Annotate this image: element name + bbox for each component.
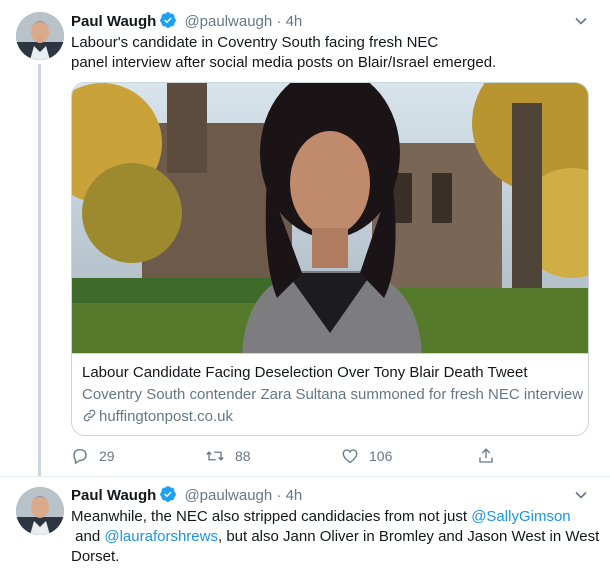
card-domain-text: huffingtonpost.co.uk — [99, 408, 233, 425]
author-name[interactable]: Paul Waugh — [71, 487, 156, 504]
retweet-icon — [206, 451, 224, 461]
author-handle[interactable]: @paulwaugh — [184, 487, 272, 504]
link-card[interactable]: Labour Candidate Facing Deselection Over… — [71, 82, 589, 436]
timestamp[interactable]: 4h — [286, 487, 303, 504]
tweet-text-line: Dorset. — [71, 548, 120, 565]
share-icon — [479, 448, 493, 463]
card-domain[interactable]: huffingtonpost.co.uk — [82, 407, 233, 427]
tweet[interactable]: Paul Waugh @paulwaugh · 4h Labour's cand… — [0, 0, 610, 476]
tweet-text-line: Meanwhile, the NEC also stripped candida… — [71, 507, 591, 527]
reply-icon — [73, 448, 87, 465]
mention-link[interactable]: @lauraforshrews — [104, 528, 218, 545]
mention-link[interactable]: @SallyGimson — [471, 508, 570, 525]
thread-line — [38, 64, 41, 476]
tweet-text-line: and @lauraforshrews, but also Jann Olive… — [71, 527, 599, 547]
tweet-text-line: panel interview after social media posts… — [71, 54, 497, 71]
chevron-down-icon[interactable] — [574, 14, 588, 33]
text-segment: and — [71, 528, 105, 545]
tweet-text: Labour's candidate in Coventry South fac… — [71, 33, 591, 73]
like-count: 106 — [369, 448, 393, 464]
retweet-button[interactable]: 88 — [205, 446, 251, 466]
chevron-down-icon[interactable] — [574, 488, 588, 507]
tweet-header: Paul Waugh @paulwaugh · 4h — [71, 485, 302, 509]
tweet-header: Paul Waugh @paulwaugh · 4h — [71, 11, 302, 35]
tweet-actions: 29 88 106 — [71, 446, 511, 466]
share-button[interactable] — [477, 446, 495, 466]
verified-badge-icon — [159, 11, 177, 35]
link-icon — [83, 409, 96, 422]
like-button[interactable]: 106 — [341, 446, 392, 466]
text-segment: Meanwhile, the NEC also stripped candida… — [71, 508, 472, 525]
avatar[interactable] — [16, 487, 64, 535]
tweet[interactable]: Paul Waugh @paulwaugh · 4h Meanwhile, th… — [0, 476, 610, 574]
retweet-count: 88 — [235, 448, 251, 464]
separator-dot: · — [276, 487, 282, 504]
card-title[interactable]: Labour Candidate Facing Deselection Over… — [82, 363, 528, 383]
avatar[interactable] — [16, 12, 64, 60]
card-description: Coventry South contender Zara Sultana su… — [82, 386, 584, 403]
card-image — [72, 83, 588, 353]
author-name[interactable]: Paul Waugh — [71, 13, 156, 30]
reply-button[interactable]: 29 — [71, 446, 115, 466]
text-segment: , but also Jann Oliver in Bromley and Ja… — [217, 528, 600, 545]
verified-badge-icon — [159, 485, 177, 509]
reply-count: 29 — [99, 448, 115, 464]
tweet-text: Meanwhile, the NEC also stripped candida… — [71, 507, 599, 567]
heart-icon — [342, 449, 358, 464]
separator-dot: · — [276, 13, 282, 30]
timestamp[interactable]: 4h — [286, 13, 303, 30]
author-handle[interactable]: @paulwaugh — [184, 13, 272, 30]
tweet-text-line: Labour's candidate in Coventry South fac… — [71, 34, 439, 51]
card-body: Labour Candidate Facing Deselection Over… — [72, 353, 588, 435]
